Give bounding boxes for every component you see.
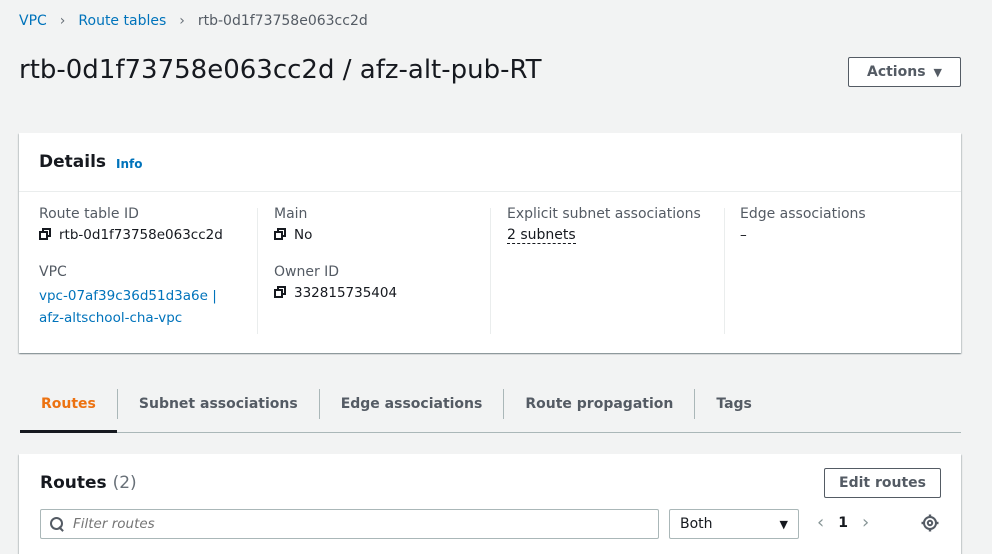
tab-subnet-associations[interactable]: Subnet associations — [118, 376, 319, 432]
route-table-id-label: Route table ID — [39, 206, 139, 222]
main-label: Main — [274, 206, 308, 222]
main-field: Main No — [274, 206, 484, 243]
route-table-id-field: Route table ID rtb-0d1f73758e063cc2d — [39, 206, 254, 243]
pagination: ‹ 1 › — [817, 512, 869, 533]
copy-icon[interactable] — [274, 286, 288, 300]
details-header: Details Info — [19, 133, 961, 192]
explicit-subnet-field: Explicit subnet associations 2 subnets — [507, 206, 717, 244]
actions-button[interactable]: Actions ▼ — [848, 57, 961, 87]
chevron-right-icon: › — [179, 13, 185, 29]
details-panel: Details Info Route table ID rtb-0d1f7375… — [19, 133, 961, 353]
info-link[interactable]: Info — [116, 157, 142, 171]
route-type-value: Both — [680, 516, 713, 532]
caret-down-icon: ▼ — [779, 517, 788, 531]
gear-icon[interactable] — [921, 514, 939, 532]
chevron-right-icon: › — [59, 13, 66, 29]
copy-icon[interactable] — [39, 228, 53, 242]
divider — [257, 208, 258, 334]
routes-panel: Routes (2) Edit routes Both ▼ ‹ 1 › — [19, 454, 961, 554]
details-col-4: Edge associations – — [740, 206, 950, 264]
explicit-subnet-label: Explicit subnet associations — [507, 206, 701, 222]
details-col-1: Route table ID rtb-0d1f73758e063cc2d VPC… — [39, 206, 254, 350]
details-col-3: Explicit subnet associations 2 subnets — [507, 206, 717, 265]
route-table-id-value-row: rtb-0d1f73758e063cc2d — [39, 227, 254, 243]
vpc-label: VPC — [39, 264, 67, 280]
edge-label: Edge associations — [740, 206, 866, 222]
breadcrumb-current: rtb-0d1f73758e063cc2d — [197, 13, 368, 29]
main-value: No — [294, 227, 313, 243]
vpc-field: VPC vpc-07af39c36d51d3a6e | afz-altschoo… — [39, 264, 254, 329]
route-type-select[interactable]: Both ▼ — [669, 509, 799, 539]
tab-routes[interactable]: Routes — [20, 376, 117, 433]
details-title: Details — [39, 152, 107, 172]
subnets-link[interactable]: 2 subnets — [507, 227, 576, 244]
filter-routes-field[interactable] — [40, 509, 659, 539]
details-col-2: Main No Owner ID 332815735404 — [274, 206, 484, 322]
details-body: Route table ID rtb-0d1f73758e063cc2d VPC… — [19, 192, 961, 353]
search-icon — [49, 516, 65, 532]
explicit-subnet-value-row: 2 subnets — [507, 227, 717, 244]
page-number[interactable]: 1 — [838, 515, 848, 531]
breadcrumb: VPC › Route tables › rtb-0d1f73758e063cc… — [19, 13, 368, 29]
owner-label: Owner ID — [274, 264, 340, 280]
tab-route-propagation[interactable]: Route propagation — [504, 376, 694, 432]
routes-heading: Routes — [40, 473, 107, 493]
page-title: rtb-0d1f73758e063cc2d / afz-alt-pub-RT — [19, 55, 542, 85]
divider — [490, 208, 491, 334]
owner-value: 332815735404 — [294, 285, 398, 301]
breadcrumb-vpc[interactable]: VPC — [19, 13, 47, 29]
caret-down-icon: ▼ — [933, 65, 942, 79]
routes-count: (2) — [112, 473, 137, 493]
routes-title: Routes (2) — [40, 473, 137, 493]
filter-routes-input[interactable] — [71, 515, 635, 533]
edge-field: Edge associations – — [740, 206, 950, 243]
chevron-right-icon[interactable]: › — [862, 512, 869, 533]
chevron-left-icon[interactable]: ‹ — [817, 512, 824, 533]
actions-label: Actions — [866, 64, 926, 80]
route-table-id-value: rtb-0d1f73758e063cc2d — [59, 227, 223, 243]
divider — [724, 208, 725, 334]
tab-bar: Routes Subnet associations Edge associat… — [20, 376, 961, 433]
owner-field: Owner ID 332815735404 — [274, 264, 484, 301]
edit-routes-button[interactable]: Edit routes — [824, 468, 941, 498]
breadcrumb-route-tables[interactable]: Route tables — [78, 13, 166, 29]
tab-tags[interactable]: Tags — [695, 376, 773, 432]
edge-value: – — [740, 227, 747, 243]
copy-icon[interactable] — [274, 228, 288, 242]
main-value-row: No — [274, 227, 484, 243]
vpc-link[interactable]: vpc-07af39c36d51d3a6e | afz-altschool-ch… — [39, 285, 244, 329]
owner-value-row: 332815735404 — [274, 285, 484, 301]
tab-edge-associations[interactable]: Edge associations — [320, 376, 504, 432]
